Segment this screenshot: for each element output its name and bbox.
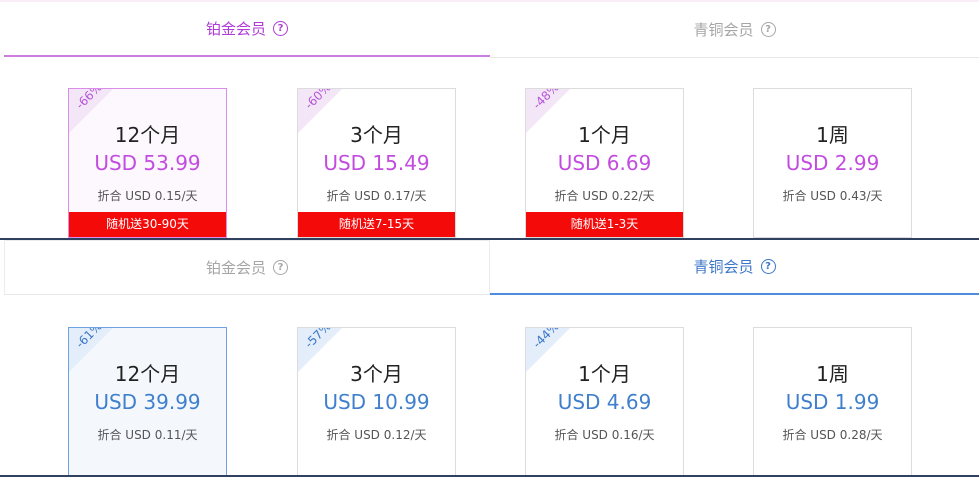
- plan-per-day: 折合 USD 0.43/天: [782, 189, 883, 203]
- tab-platinum[interactable]: 铂金会员 ?: [4, 240, 490, 295]
- plan-bonus-badge: 随机送7-15天: [298, 212, 455, 237]
- plan-period: 1个月: [578, 362, 631, 386]
- plan-card-1-week[interactable]: 1周 USD 1.99 折合 USD 0.28/天: [753, 327, 912, 475]
- plan-price: USD 1.99: [785, 390, 880, 414]
- tab-divider: [490, 57, 979, 58]
- tab-bronze-label: 青铜会员: [693, 21, 754, 39]
- plan-per-day: 折合 USD 0.16/天: [554, 428, 655, 442]
- tab-bronze[interactable]: 青铜会员 ?: [490, 2, 979, 57]
- plan-period: 1周: [816, 123, 849, 147]
- plan-bonus-badge: 随机送30-90天: [69, 212, 226, 237]
- plan-per-day: 折合 USD 0.12/天: [326, 428, 427, 442]
- tab-platinum-label: 铂金会员: [205, 20, 266, 38]
- plan-price: USD 2.99: [785, 151, 880, 175]
- plan-price: USD 39.99: [94, 390, 201, 414]
- plan-period: 12个月: [114, 123, 181, 147]
- help-icon[interactable]: ?: [273, 21, 288, 36]
- plan-card-3-months[interactable]: -60% 3个月 USD 15.49 折合 USD 0.17/天 随机送7-15…: [297, 88, 456, 238]
- plan-period: 3个月: [350, 362, 403, 386]
- plan-per-day: 折合 USD 0.17/天: [326, 189, 427, 203]
- plan-price: USD 6.69: [557, 151, 652, 175]
- tab-bronze[interactable]: 青铜会员 ?: [490, 240, 979, 295]
- plan-per-day: 折合 USD 0.22/天: [554, 189, 655, 203]
- plan-card-1-month[interactable]: -44% 1个月 USD 4.69 折合 USD 0.16/天: [525, 327, 684, 475]
- tab-platinum[interactable]: 铂金会员 ?: [4, 2, 490, 57]
- membership-tabs: 铂金会员 ? 青铜会员 ?: [0, 240, 979, 296]
- plan-per-day: 折合 USD 0.28/天: [782, 428, 883, 442]
- plan-period: 12个月: [114, 362, 181, 386]
- plan-per-day: 折合 USD 0.11/天: [97, 428, 198, 442]
- plan-card-3-months[interactable]: -57% 3个月 USD 10.99 折合 USD 0.12/天: [297, 327, 456, 475]
- help-icon[interactable]: ?: [760, 22, 776, 37]
- platinum-membership-panel: 铂金会员 ? 青铜会员 ? -66% 12个月 USD 53.99 折合 USD…: [0, 0, 979, 238]
- plan-price: USD 15.49: [323, 151, 430, 175]
- help-icon[interactable]: ?: [273, 260, 288, 275]
- plan-period: 3个月: [350, 123, 403, 147]
- plan-card-1-week[interactable]: 1周 USD 2.99 折合 USD 0.43/天: [753, 88, 912, 238]
- plan-card-1-month[interactable]: -48% 1个月 USD 6.69 折合 USD 0.22/天 随机送1-3天: [525, 88, 684, 238]
- plan-price: USD 4.69: [557, 390, 652, 414]
- help-icon[interactable]: ?: [760, 259, 776, 274]
- tab-bronze-label: 青铜会员: [693, 258, 754, 276]
- plan-price: USD 10.99: [323, 390, 430, 414]
- bronze-membership-panel: 铂金会员 ? 青铜会员 ? -61% 12个月 USD 39.99 折合 USD…: [0, 238, 979, 477]
- plan-price: USD 53.99: [94, 151, 201, 175]
- plan-card-12-months[interactable]: -61% 12个月 USD 39.99 折合 USD 0.11/天: [68, 327, 227, 475]
- plan-period: 1个月: [578, 123, 631, 147]
- tab-platinum-label: 铂金会员: [205, 259, 266, 277]
- plan-card-12-months[interactable]: -66% 12个月 USD 53.99 折合 USD 0.15/天 随机送30-…: [68, 88, 227, 238]
- plan-per-day: 折合 USD 0.15/天: [97, 189, 198, 203]
- plan-period: 1周: [816, 362, 849, 386]
- membership-tabs: 铂金会员 ? 青铜会员 ?: [0, 2, 979, 58]
- plan-bonus-badge: 随机送1-3天: [526, 212, 683, 237]
